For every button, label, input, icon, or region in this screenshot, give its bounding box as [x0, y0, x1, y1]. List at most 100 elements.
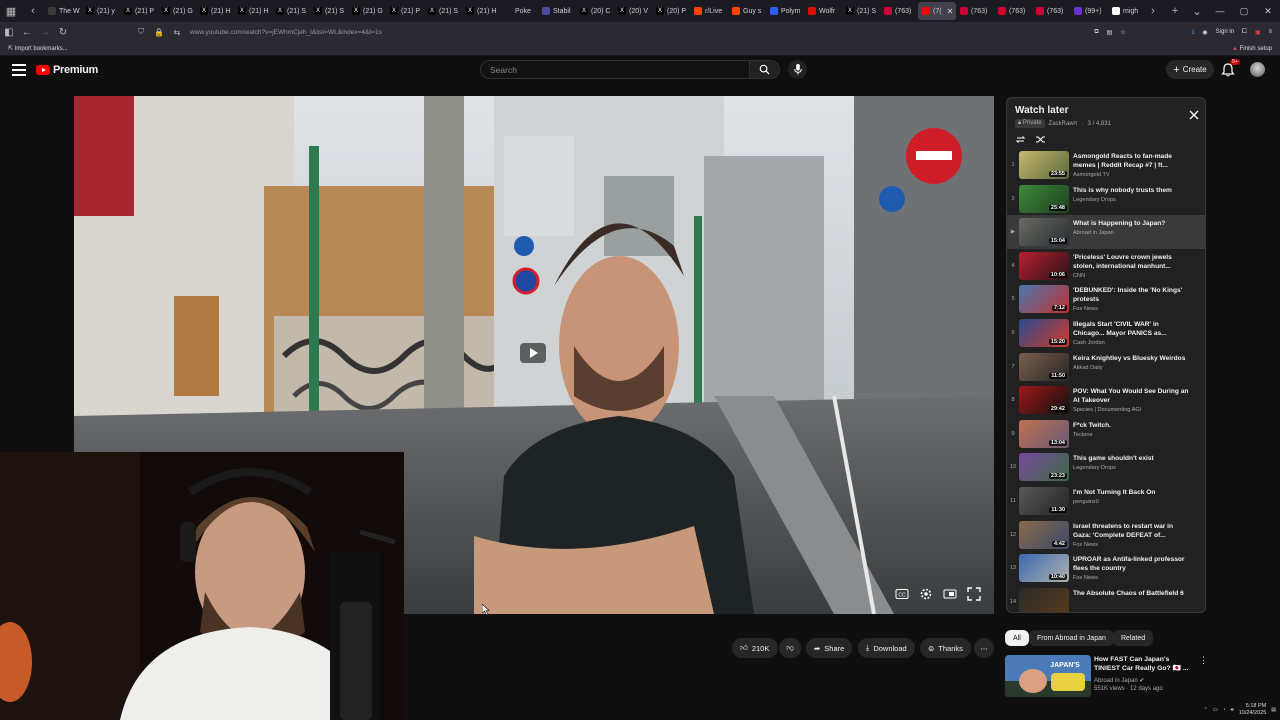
- browser-tab[interactable]: (763): [994, 2, 1032, 20]
- app-menu-icon[interactable]: ≡: [1268, 29, 1272, 35]
- playlist-item-title[interactable]: Illegals Start 'CIVIL WAR' in Chicago...…: [1073, 320, 1191, 338]
- settings-gear-icon[interactable]: [918, 586, 934, 602]
- playlist-item-channel[interactable]: CNN: [1073, 273, 1191, 279]
- browser-tab[interactable]: Polym: [766, 2, 804, 20]
- playlist-item-thumbnail[interactable]: 29:42: [1019, 386, 1069, 415]
- playlist-item[interactable]: 12 4:42 Israel threatens to restart war in…: [1007, 518, 1205, 552]
- playlist-owner[interactable]: ZackRawrr: [1049, 121, 1078, 127]
- playlist-item[interactable]: 2 25:48 This is why nobody trusts them Lege…: [1007, 182, 1205, 216]
- browser-tab[interactable]: migh: [1108, 2, 1142, 20]
- browser-tab[interactable]: X (20) P: [652, 2, 690, 20]
- filter-chip[interactable]: Related: [1113, 630, 1154, 646]
- browser-tab[interactable]: X (21) H: [462, 2, 500, 20]
- playlist-item[interactable]: 7 11:50 Keira Knightley vs Bluesky Weirdos…: [1007, 350, 1205, 384]
- picture-in-picture-icon[interactable]: ⧉: [1094, 29, 1098, 36]
- playlist-item-channel[interactable]: Species | Documenting AGI: [1073, 407, 1191, 413]
- playlist-item-title[interactable]: I'm Not Turning It Back On: [1073, 488, 1191, 497]
- wifi-icon[interactable]: ◔: [1223, 707, 1226, 713]
- playlist-item-thumbnail[interactable]: 13:04: [1019, 419, 1069, 448]
- playlist-item-channel[interactable]: Legendary Drops: [1073, 197, 1191, 203]
- browser-tab[interactable]: X (21) G: [158, 2, 196, 20]
- playlist-item-thumbnail[interactable]: 11:30: [1019, 486, 1069, 515]
- playlist-item[interactable]: 4 10:06 'Priceless' Louvre crown jewels st…: [1007, 249, 1205, 283]
- browser-tab[interactable]: (763): [956, 2, 994, 20]
- new-tab-button[interactable]: +: [1164, 0, 1186, 22]
- playlist-item-channel[interactable]: Fox News: [1073, 306, 1191, 312]
- playlist-item[interactable]: 10 23:23 This game shouldn't exist Legendar…: [1007, 450, 1205, 484]
- playlist-item-title[interactable]: Asmongold Reacts to fan-made memes | Red…: [1073, 152, 1191, 170]
- playlist-item-channel[interactable]: Asmongold TV: [1073, 172, 1191, 178]
- recommended-title[interactable]: How FAST Can Japan's TINIEST Car Really …: [1094, 655, 1194, 673]
- maximize-window-button[interactable]: ▢: [1232, 0, 1256, 22]
- search-input[interactable]: Search: [480, 60, 750, 79]
- playlist-item-channel[interactable]: Abroad in Japan: [1073, 230, 1191, 236]
- fullscreen-icon[interactable]: [966, 586, 982, 602]
- playlist-item-thumbnail[interactable]: 10:06: [1019, 251, 1069, 280]
- playlist-item-channel[interactable]: Cash Jordan: [1073, 340, 1191, 346]
- notification-center-icon[interactable]: ▤: [1271, 707, 1276, 713]
- playlist-item-thumbnail[interactable]: 7:12: [1019, 285, 1069, 314]
- playlist-item-thumbnail[interactable]: [1019, 587, 1069, 612]
- tray-overflow-icon[interactable]: ⌃: [1204, 707, 1208, 713]
- loop-icon[interactable]: [1015, 134, 1026, 145]
- shuffle-icon[interactable]: [1035, 134, 1046, 145]
- theater-mode-icon[interactable]: [942, 586, 958, 602]
- playlist-item-thumbnail[interactable]: 23:55: [1019, 151, 1069, 179]
- playlist-item-title[interactable]: Keira Knightley vs Bluesky Weirdos: [1073, 354, 1191, 363]
- playlist-item-channel[interactable]: penguinz0: [1073, 499, 1191, 505]
- browser-tab[interactable]: X (21) P: [120, 2, 158, 20]
- close-window-button[interactable]: ✕: [1256, 0, 1280, 22]
- browser-tab[interactable]: X (20) C: [576, 2, 614, 20]
- import-bookmarks-link[interactable]: ⇱ Import bookmarks...: [8, 45, 68, 52]
- account-icon[interactable]: ◉: [1202, 29, 1207, 36]
- browser-tab[interactable]: The W: [44, 2, 82, 20]
- browser-tab[interactable]: Wolfr: [804, 2, 842, 20]
- playlist-item-title[interactable]: F*ck Twitch.: [1073, 421, 1191, 430]
- tab-overflow-icon[interactable]: ⌄: [1186, 0, 1208, 22]
- filter-chip[interactable]: From Abroad in Japan: [1029, 630, 1114, 646]
- browser-tab[interactable]: X (21) y: [82, 2, 120, 20]
- close-tab-icon[interactable]: ✕: [947, 7, 954, 16]
- playlist-item-thumbnail[interactable]: 25:48: [1019, 184, 1069, 213]
- network-icon[interactable]: ▭: [1213, 707, 1218, 713]
- playlist-item-channel[interactable]: Tectone: [1073, 432, 1191, 438]
- browser-tab[interactable]: X (21) S: [424, 2, 462, 20]
- playlist-item[interactable]: 9 13:04 F*ck Twitch. Tectone: [1007, 417, 1205, 451]
- browser-tab[interactable]: Stabil: [538, 2, 576, 20]
- bookmark-star-icon[interactable]: ☆: [1120, 29, 1125, 36]
- finish-setup-link[interactable]: ▲ Finish setup: [1232, 46, 1272, 52]
- like-button[interactable]: 👍︎ 210K: [732, 638, 778, 658]
- tab-scroll-right-icon[interactable]: ›: [1142, 0, 1164, 22]
- create-button[interactable]: + Create: [1166, 60, 1214, 79]
- playlist-item-title[interactable]: The Absolute Chaos of Battlefield 6: [1073, 589, 1191, 598]
- browser-tab[interactable]: X (21) S: [842, 2, 880, 20]
- permissions-icon[interactable]: ⇆: [168, 23, 186, 41]
- playlist-item-channel[interactable]: Fox News: [1073, 575, 1191, 581]
- browser-tab[interactable]: (99+): [1070, 2, 1108, 20]
- playlist-item-title[interactable]: 'Priceless' Louvre crown jewels stolen, …: [1073, 253, 1191, 271]
- search-button[interactable]: [750, 60, 780, 79]
- browser-tab[interactable]: X (21) P: [386, 2, 424, 20]
- playlist-item-thumbnail[interactable]: 10:40: [1019, 554, 1069, 583]
- playlist-item[interactable]: 5 7:12 'DEBUNKED': Inside the 'No Kings' p…: [1007, 282, 1205, 316]
- back-button[interactable]: ←: [18, 23, 36, 41]
- playlist-item-thumbnail[interactable]: 11:50: [1019, 352, 1069, 381]
- playlist-item[interactable]: 11 11:30 I'm Not Turning It Back On penguin…: [1007, 484, 1205, 518]
- sign-in-link[interactable]: Sign in: [1216, 29, 1234, 35]
- download-button[interactable]: ⤓ Download: [858, 638, 915, 658]
- recommended-channel[interactable]: Abroad in Japan ✔︎: [1094, 677, 1144, 684]
- playlist-item-channel[interactable]: Fox News: [1073, 542, 1191, 548]
- playlist-item-title[interactable]: UPROAR as Antifa-linked professor flees …: [1073, 555, 1191, 573]
- browser-tab[interactable]: r/Live: [690, 2, 728, 20]
- downloads-icon[interactable]: ⤓: [1192, 29, 1195, 36]
- share-button[interactable]: ➦ Share: [806, 638, 853, 658]
- playlist-item[interactable]: 13 10:40 UPROAR as Antifa-linked professor…: [1007, 551, 1205, 585]
- minimize-window-button[interactable]: —: [1208, 0, 1232, 22]
- dislike-button[interactable]: 👎︎: [779, 638, 801, 658]
- playlist-item[interactable]: ▶ 15:04 What is Happening to Japan? Abroad …: [1007, 215, 1205, 249]
- playlist-item-title[interactable]: POV: What You Would See During an AI Tak…: [1073, 387, 1191, 405]
- play-icon[interactable]: [520, 343, 546, 363]
- playlist-item[interactable]: 6 15:20 Illegals Start 'CIVIL WAR' in Chic…: [1007, 316, 1205, 350]
- browser-tab[interactable]: X (21) H: [196, 2, 234, 20]
- browser-tab[interactable]: X (21) S: [272, 2, 310, 20]
